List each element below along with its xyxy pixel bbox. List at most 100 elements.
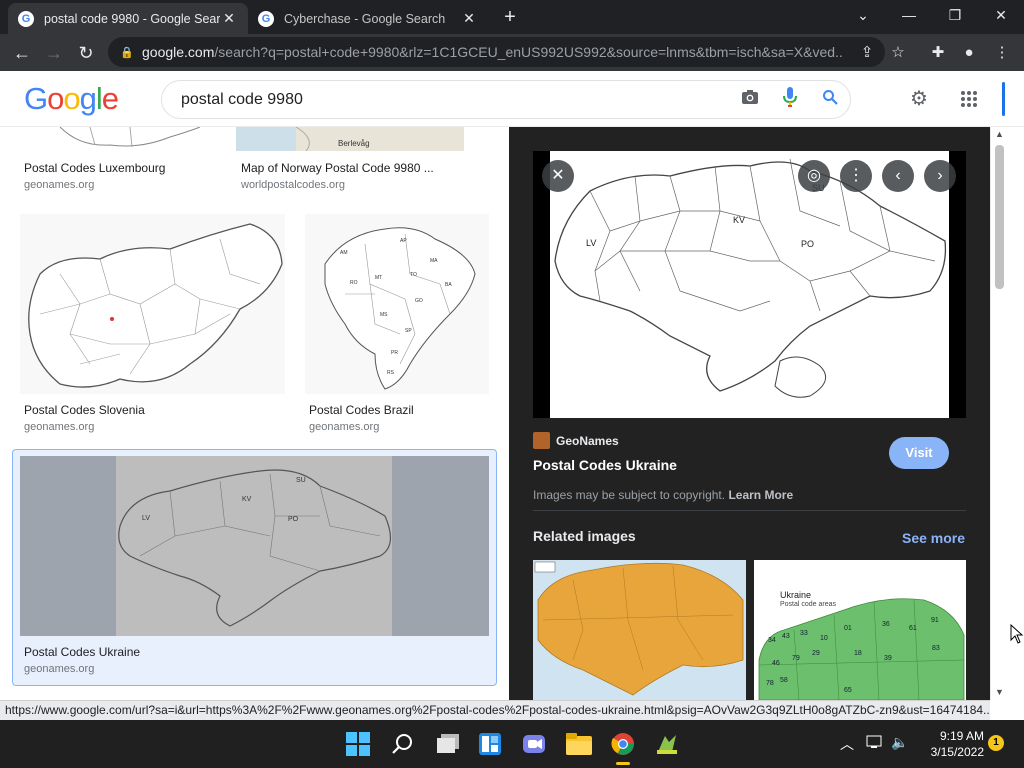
result-source[interactable]: geonames.org — [24, 421, 94, 433]
tab-title: Cyberchase - Google Search — [284, 11, 446, 26]
svg-text:18: 18 — [854, 650, 862, 657]
clock-time: 9:19 AM — [939, 729, 984, 743]
visit-button[interactable]: Visit — [889, 437, 949, 469]
address-bar[interactable]: 🔒 google.com/search?q=postal+code+9980&r… — [108, 37, 885, 67]
show-hidden-icons-chevron-icon[interactable]: ︿ — [840, 734, 854, 754]
svg-text:AP: AP — [400, 238, 407, 244]
map-place-label: Berlevåg — [338, 139, 370, 148]
bookmark-star-icon[interactable]: ☆ — [887, 42, 909, 64]
result-source[interactable]: geonames.org — [24, 663, 94, 675]
related-image-ukraine-green-map[interactable]: Ukraine Postal code areas 34 43 33 10 01 36 6… — [754, 560, 966, 700]
microphone-icon[interactable] — [770, 87, 810, 112]
svg-text:10: 10 — [820, 635, 828, 642]
svg-text:46: 46 — [772, 660, 780, 667]
google-apps-grid-icon[interactable] — [955, 85, 983, 113]
restore-button[interactable]: ❐ — [932, 0, 978, 30]
preview-title[interactable]: Postal Codes Ukraine — [533, 457, 677, 473]
result-caption[interactable]: Postal Codes Slovenia — [24, 403, 145, 417]
close-window-button[interactable]: ✕ — [978, 0, 1024, 30]
svg-text:PR: PR — [391, 350, 398, 356]
reload-button[interactable]: ↻ — [72, 39, 100, 67]
minimize-button[interactable]: — — [886, 0, 932, 30]
scroll-down-arrow-icon[interactable]: ▼ — [991, 687, 1008, 697]
camera-search-icon[interactable] — [730, 89, 770, 110]
lens-search-icon[interactable]: ◎ — [798, 160, 830, 192]
lock-icon[interactable]: 🔒 — [120, 46, 134, 59]
result-caption[interactable]: Map of Norway Postal Code 9980 ... — [241, 161, 451, 175]
volume-icon[interactable]: 🔈 — [891, 734, 908, 751]
network-icon[interactable] — [866, 734, 884, 753]
scroll-up-arrow-icon[interactable]: ▲ — [991, 129, 1008, 139]
result-source[interactable]: geonames.org — [24, 179, 94, 191]
share-icon[interactable]: ⇪ — [856, 42, 878, 64]
svg-text:RO: RO — [350, 280, 358, 286]
tab-postal-code-search[interactable]: G postal code 9980 - Google Search ✕ — [8, 3, 248, 34]
tab-title: postal code 9980 - Google Search — [44, 11, 220, 26]
page-scrollbar[interactable]: ▲ ▼ — [990, 127, 1007, 700]
see-more-link[interactable]: See more — [902, 530, 965, 546]
back-button[interactable]: ← — [8, 39, 36, 67]
svg-text:SP: SP — [405, 328, 412, 334]
forward-button[interactable]: → — [40, 39, 68, 67]
close-tab-icon[interactable]: ✕ — [460, 10, 478, 27]
map-label-lv: LV — [586, 238, 596, 248]
google-logo[interactable]: Google — [24, 81, 119, 117]
svg-text:AM: AM — [340, 250, 348, 256]
more-options-icon[interactable]: ⋮ — [840, 160, 872, 192]
next-image-button[interactable]: › — [924, 160, 956, 192]
tab-cyberchase-search[interactable]: G Cyberchase - Google Search ✕ — [248, 3, 488, 34]
windows-taskbar: ︿ 🔈 9:19 AM 3/15/2022 — [0, 720, 1024, 768]
related-map-title: Ukraine — [780, 590, 812, 600]
svg-text:BA: BA — [445, 282, 452, 288]
system-clock[interactable]: 9:19 AM 3/15/2022 — [914, 728, 984, 760]
extensions-puzzle-icon[interactable]: ✚ — [927, 42, 949, 64]
chrome-icon[interactable] — [607, 728, 639, 765]
related-image-ukraine-yellow-map[interactable] — [533, 560, 746, 700]
result-caption[interactable]: Postal Codes Luxembourg — [24, 161, 165, 175]
svg-text:43: 43 — [782, 633, 790, 640]
svg-text:61: 61 — [909, 625, 917, 632]
source-site-name[interactable]: GeoNames — [556, 434, 619, 448]
map-label-po: PO — [801, 239, 814, 249]
source-site[interactable]: GeoNames — [533, 432, 619, 449]
svg-text:MT: MT — [375, 275, 382, 281]
clock-date: 3/15/2022 — [930, 745, 984, 759]
learn-more-link[interactable]: Learn More — [728, 488, 793, 502]
chrome-menu-icon[interactable]: ⋮ — [991, 42, 1013, 64]
widgets-icon[interactable] — [474, 728, 506, 760]
search-input[interactable]: postal code 9980 — [161, 80, 851, 119]
close-tab-icon[interactable]: ✕ — [220, 10, 238, 27]
notification-badge[interactable]: 1 — [988, 735, 1004, 751]
windows-start-icon[interactable] — [342, 728, 374, 760]
close-preview-button[interactable]: ✕ — [542, 160, 574, 192]
result-source[interactable]: worldpostalcodes.org — [241, 179, 345, 191]
result-thumbnail-slovenia[interactable] — [20, 214, 285, 394]
result-caption[interactable]: Postal Codes Ukraine — [24, 645, 140, 659]
result-source[interactable]: geonames.org — [309, 421, 379, 433]
tab-search-icon[interactable]: ⌄ — [840, 0, 886, 30]
related-images-heading: Related images — [533, 528, 636, 544]
scrollbar-thumb[interactable] — [995, 145, 1004, 289]
google-favicon-icon: G — [18, 10, 34, 27]
result-thumbnail-ukraine[interactable]: LV KV PO SU — [20, 456, 489, 636]
teams-chat-icon[interactable] — [518, 728, 550, 760]
previous-image-button[interactable]: ‹ — [882, 160, 914, 192]
tab-strip: G postal code 9980 - Google Search ✕ G C… — [0, 0, 1024, 34]
link-status-bar: https://www.google.com/url?sa=i&url=http… — [0, 700, 990, 720]
profile-avatar-icon[interactable]: ● — [958, 42, 980, 64]
search-icon[interactable] — [810, 89, 850, 110]
svg-text:83: 83 — [932, 645, 940, 652]
result-caption[interactable]: Postal Codes Brazil — [309, 403, 414, 417]
result-thumbnail-brazil[interactable]: AM AP RO MT TO MA GO MS SP PR RS BA — [305, 214, 489, 394]
google-favicon-icon: G — [258, 10, 274, 27]
browser-toolbar: ← → ↻ 🔒 google.com/search?q=postal+code+… — [0, 34, 1024, 71]
search-query[interactable]: postal code 9980 — [181, 91, 730, 109]
search-icon[interactable] — [387, 728, 419, 760]
result-thumbnail-luxembourg[interactable] — [20, 127, 216, 151]
file-explorer-icon[interactable] — [563, 728, 595, 760]
settings-gear-icon[interactable]: ⚙ — [905, 85, 933, 113]
task-view-icon[interactable] — [432, 728, 464, 760]
app-pinned-icon[interactable] — [651, 728, 683, 760]
result-thumbnail-norway[interactable]: Berlevåg — [236, 127, 464, 151]
new-tab-button[interactable]: + — [498, 6, 522, 30]
